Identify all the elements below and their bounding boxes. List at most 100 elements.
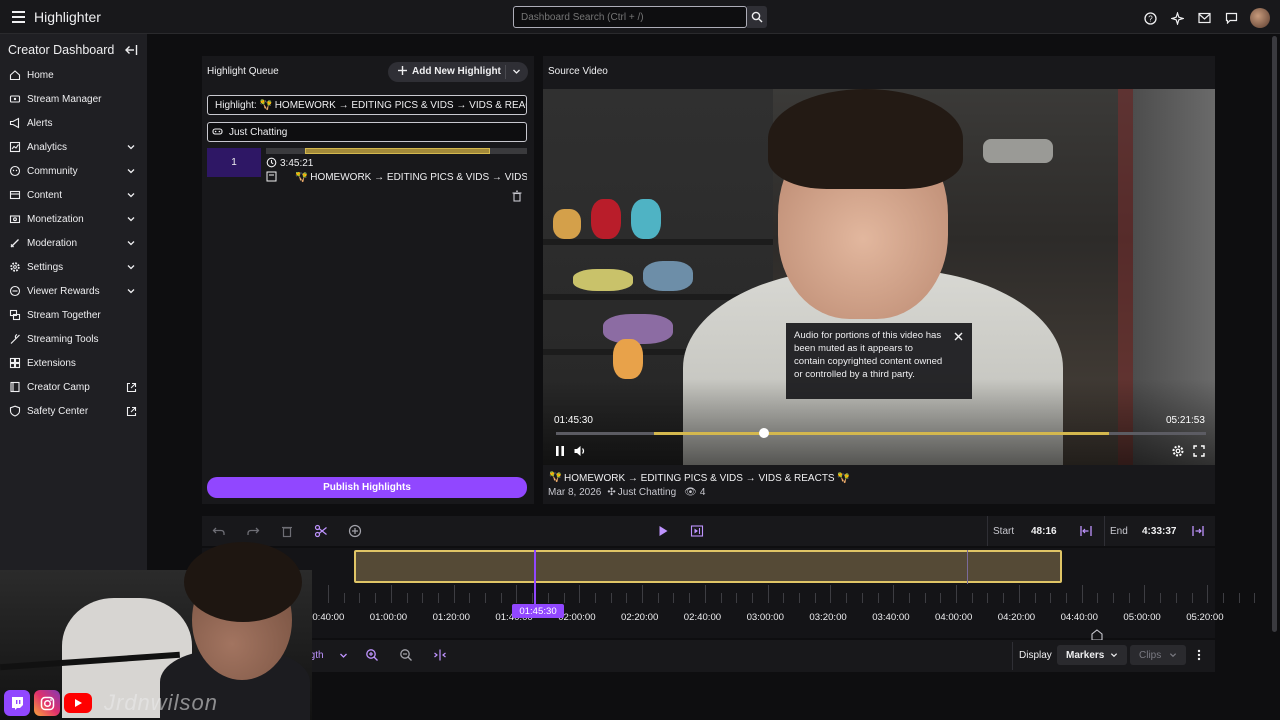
chevron-down-icon[interactable]	[339, 651, 348, 660]
sidebar-item-analytics[interactable]: Analytics	[0, 135, 147, 159]
video-progress-handle[interactable]	[759, 428, 769, 438]
avatar[interactable]	[1250, 8, 1270, 28]
delete-icon[interactable]	[280, 524, 294, 538]
sparkle-icon[interactable]	[1169, 10, 1185, 26]
fullscreen-icon[interactable]	[1192, 444, 1206, 458]
timeline-tick-label: 04:00:00	[935, 612, 973, 623]
highlight-title-field[interactable]: Highlight: 🪇 HOMEWORK → EDITING PICS & V…	[207, 95, 527, 115]
sword-icon	[10, 239, 19, 248]
chevron-down-icon[interactable]	[126, 166, 136, 176]
collapse-sidebar-icon[interactable]	[124, 43, 138, 57]
whisper-icon[interactable]	[1223, 10, 1239, 26]
sidebar-item-streaming-tools[interactable]: Streaming Tools	[0, 327, 147, 351]
sidebar-item-label: Stream Together	[27, 309, 101, 321]
chevron-down-icon[interactable]	[126, 142, 136, 152]
timeline-tick-label: 04:40:00	[1060, 612, 1098, 623]
trash-icon[interactable]	[511, 190, 523, 202]
timeline-minor-tick	[1128, 593, 1130, 603]
inbox-icon[interactable]	[1196, 10, 1212, 26]
video-date: Mar 8, 2026	[548, 487, 602, 498]
video-category[interactable]: Just Chatting	[618, 487, 676, 498]
queue-item-number[interactable]: 1	[207, 148, 261, 177]
close-icon[interactable]	[953, 331, 964, 342]
chevron-down-icon[interactable]	[126, 190, 136, 200]
chevron-down-icon[interactable]	[126, 262, 136, 272]
sidebar-item-monetization[interactable]: Monetization	[0, 207, 147, 231]
start-time[interactable]: 48:16	[1031, 526, 1057, 537]
chevron-down-icon	[1111, 653, 1118, 658]
settings-gear-icon[interactable]	[1171, 444, 1185, 458]
sidebar-item-content[interactable]: Content	[0, 183, 147, 207]
sidebar-item-community[interactable]: Community	[0, 159, 147, 183]
sidebar-item-stream-manager[interactable]: Stream Manager	[0, 87, 147, 111]
more-options-icon[interactable]	[1192, 648, 1206, 662]
sidebar-item-moderation[interactable]: Moderation	[0, 231, 147, 255]
video-player[interactable]	[543, 89, 1215, 465]
timeline-minor-tick	[626, 593, 628, 603]
timeline-minor-tick	[783, 593, 785, 603]
pause-icon[interactable]	[553, 444, 567, 458]
help-icon[interactable]: ?	[1142, 10, 1158, 26]
video-progress-bar[interactable]	[556, 428, 1206, 438]
timeline-minor-tick	[1222, 593, 1224, 603]
sidebar-item-extensions[interactable]: Extensions	[0, 351, 147, 375]
zoom-out-icon[interactable]	[399, 648, 413, 662]
timeline-tick	[830, 585, 832, 603]
timeline-minor-tick	[375, 593, 377, 603]
skip-to-end-icon[interactable]	[690, 524, 704, 538]
highlight-clip[interactable]	[354, 550, 1062, 583]
category-field[interactable]: Just Chatting	[207, 122, 527, 142]
sidebar-item-safety-center[interactable]: Safety Center	[0, 399, 147, 423]
zoom-in-icon[interactable]	[365, 648, 379, 662]
timeline-tick	[767, 585, 769, 603]
redo-icon[interactable]	[246, 524, 260, 538]
timeline-minor-tick	[751, 593, 753, 603]
sidebar-item-home[interactable]: Home	[0, 63, 147, 87]
content-icon	[9, 190, 21, 200]
page-scrollbar[interactable]	[1272, 36, 1277, 632]
chevron-down-icon[interactable]	[126, 238, 136, 248]
timeline-minor-tick	[594, 593, 596, 603]
search-icon[interactable]	[747, 6, 767, 28]
play-icon[interactable]	[656, 524, 670, 538]
video-current-time: 01:45:30	[554, 415, 593, 426]
markers-dropdown[interactable]: Markers	[1057, 645, 1128, 665]
volume-icon[interactable]	[573, 444, 587, 458]
end-time[interactable]: 4:33:37	[1142, 526, 1176, 537]
clip-marker	[967, 550, 968, 584]
sidebar-item-alerts[interactable]: Alerts	[0, 111, 147, 135]
timeline-minor-tick	[359, 593, 361, 603]
add-marker-icon[interactable]	[348, 524, 362, 538]
sidebar-item-label: Settings	[27, 261, 64, 273]
timeline-tick	[1144, 585, 1146, 603]
sidebar-item-creator-camp[interactable]: Creator Camp	[0, 375, 147, 399]
timeline-minor-tick	[532, 593, 534, 603]
timeline-minor-tick	[736, 593, 738, 603]
clips-dropdown[interactable]: Clips	[1130, 645, 1187, 665]
timeline-minor-tick	[940, 593, 942, 603]
chevron-down-icon[interactable]	[512, 67, 521, 76]
timeline-tick-label: 02:20:00	[621, 612, 659, 623]
publish-highlights-button[interactable]: Publish Highlights	[207, 477, 527, 498]
menu-icon[interactable]	[7, 6, 29, 28]
timeline-minor-tick	[547, 593, 549, 603]
controller-icon: ✣	[607, 487, 616, 498]
timeline-tick	[1207, 585, 1209, 603]
chevron-down-icon[interactable]	[126, 214, 136, 224]
sidebar-item-stream-together[interactable]: Stream Together	[0, 303, 147, 327]
sidebar-item-viewer-rewards[interactable]: Viewer Rewards	[0, 279, 147, 303]
timeline-tick	[453, 585, 455, 603]
set-start-icon[interactable]	[1079, 524, 1093, 538]
app-title[interactable]: Highlighter	[34, 9, 101, 25]
set-end-icon[interactable]	[1191, 524, 1205, 538]
undo-icon[interactable]	[212, 524, 226, 538]
timeline-minor-tick	[343, 593, 345, 603]
add-new-highlight-button[interactable]: Add New Highlight	[388, 62, 528, 82]
sidebar-item-settings[interactable]: Settings	[0, 255, 147, 279]
chevron-down-icon[interactable]	[126, 286, 136, 296]
timeline-tick	[956, 585, 957, 603]
timeline-minor-tick	[406, 593, 408, 603]
fit-to-view-icon[interactable]	[433, 648, 447, 662]
scissors-icon[interactable]	[314, 524, 328, 538]
search-input[interactable]	[513, 6, 747, 28]
